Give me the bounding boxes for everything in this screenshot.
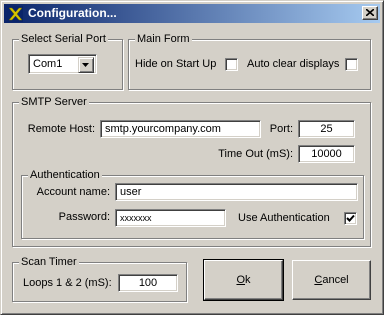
timeout-label: Time Out (mS): (218, 148, 293, 160)
title-bar[interactable]: Configuration... (4, 4, 380, 23)
window-title: Configuration... (28, 6, 117, 20)
checkmark-icon (346, 214, 355, 222)
serial-port-legend: Select Serial Port (19, 32, 108, 46)
hide-on-start-checkbox[interactable] (225, 58, 238, 71)
remote-host-value: smtp.yourcompany.com (105, 123, 221, 135)
timeout-value: 10000 (311, 148, 342, 160)
timeout-input[interactable]: 10000 (298, 145, 355, 163)
ok-accel: O (236, 274, 246, 286)
loops-value: 100 (138, 277, 158, 289)
auto-clear-checkbox[interactable] (345, 58, 358, 71)
x-logo-icon (7, 6, 23, 22)
main-form-legend: Main Form (135, 32, 192, 46)
cancel-button[interactable]: Cancel (292, 260, 371, 300)
main-form-group: Main Form Hide on Start Up Auto clear di… (128, 32, 371, 90)
serial-port-group: Select Serial Port Com1 (12, 32, 123, 90)
account-name-value: user (120, 186, 142, 198)
port-input[interactable]: 25 (298, 120, 355, 138)
ok-button[interactable]: Ok (203, 259, 284, 301)
cancel-label: ancel (322, 274, 349, 286)
password-label: Password: (58, 211, 110, 223)
smtp-server-legend: SMTP Server (19, 95, 89, 109)
port-value: 25 (320, 123, 333, 135)
account-name-label: Account name: (36, 186, 110, 198)
port-label: Port: (269, 123, 293, 135)
account-name-input[interactable]: user (115, 183, 358, 201)
configuration-dialog: Configuration... Select Serial Port Com1… (0, 0, 384, 315)
use-auth-label: Use Authentication (238, 212, 330, 224)
remote-host-label: Remote Host: (27, 123, 95, 135)
serial-port-combobox[interactable]: Com1 (28, 54, 97, 74)
ok-label: k (245, 274, 251, 286)
authentication-group: Authentication Account name: user Passwo… (21, 168, 364, 239)
chevron-down-icon (82, 63, 89, 67)
serial-port-value: Com1 (33, 58, 63, 70)
auto-clear-label: Auto clear displays (247, 58, 340, 70)
dropdown-button[interactable] (78, 57, 94, 73)
password-input[interactable]: xxxxxxx (115, 209, 226, 227)
use-auth-checkbox[interactable] (344, 212, 357, 225)
hide-on-start-label: Hide on Start Up (135, 58, 217, 70)
password-value: xxxxxxx (120, 213, 152, 223)
loops-label: Loops 1 & 2 (mS): (23, 277, 112, 289)
close-icon (366, 9, 374, 16)
scan-timer-group: Scan Timer Loops 1 & 2 (mS): 100 (12, 255, 187, 302)
scan-timer-legend: Scan Timer (19, 255, 79, 269)
smtp-server-group: SMTP Server Remote Host: smtp.yourcompan… (12, 95, 371, 247)
remote-host-input[interactable]: smtp.yourcompany.com (100, 120, 261, 138)
authentication-legend: Authentication (28, 168, 102, 182)
close-button[interactable] (362, 6, 378, 20)
loops-input[interactable]: 100 (118, 274, 178, 292)
